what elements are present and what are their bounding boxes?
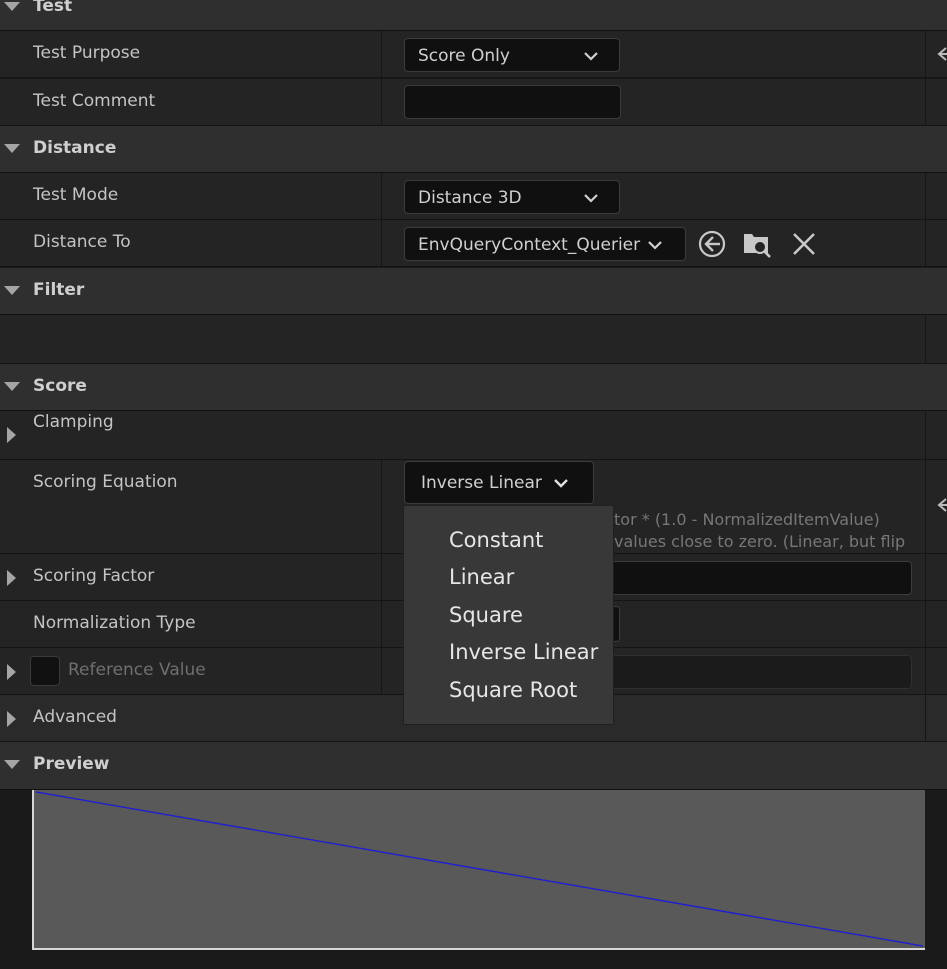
collapse-arrow-icon[interactable] (4, 144, 20, 153)
row-test-mode: Test Mode Distance 3D (0, 173, 947, 220)
chevron-down-icon (648, 241, 662, 250)
expand-arrow-icon[interactable] (7, 427, 16, 443)
expand-arrow-icon[interactable] (7, 570, 16, 586)
row-test-purpose: Test Purpose Score Only (0, 31, 947, 78)
test-comment-input[interactable] (404, 85, 621, 119)
test-mode-combo[interactable]: Distance 3D (404, 180, 620, 214)
dropdown-option[interactable]: Square Root (449, 678, 577, 702)
category-test[interactable]: Test (0, 0, 947, 31)
expand-arrow-icon[interactable] (7, 664, 16, 680)
reset-to-default-icon[interactable] (935, 45, 947, 63)
category-title: Preview (33, 754, 110, 774)
scoring-equation-dropdown: Constant Linear Square Inverse Linear Square… (403, 505, 614, 725)
reference-value-checkbox[interactable] (30, 656, 60, 686)
reset-to-default-icon[interactable] (935, 496, 947, 514)
category-score[interactable]: Score (0, 364, 947, 411)
use-selected-icon[interactable] (697, 229, 727, 259)
dropdown-option[interactable]: Inverse Linear (449, 640, 598, 664)
category-filter[interactable]: Filter (0, 268, 947, 315)
category-title: Filter (33, 280, 85, 300)
expand-arrow-icon[interactable] (7, 711, 16, 727)
property-label: Reference Value (68, 660, 206, 680)
chevron-down-icon (584, 52, 598, 61)
property-label: Clamping (33, 412, 114, 432)
property-label: Test Mode (33, 185, 119, 205)
clear-icon[interactable] (789, 229, 819, 259)
combo-value: EnvQueryContext_Querier (418, 235, 641, 255)
collapse-arrow-icon[interactable] (4, 760, 20, 769)
browse-folder-icon[interactable] (742, 229, 772, 259)
row-distance-to: Distance To EnvQueryContext_Querier (0, 220, 947, 267)
equation-description-line1: tor * (1.0 - NormalizedItemValue) (614, 510, 880, 529)
dropdown-option[interactable]: Constant (449, 528, 543, 552)
chevron-down-icon (584, 194, 598, 203)
property-label: Advanced (33, 707, 117, 727)
distance-to-combo[interactable]: EnvQueryContext_Querier (404, 227, 686, 261)
row-clamping[interactable]: Clamping (0, 411, 947, 460)
equation-description-line2: values close to zero. (Linear, but flip (614, 532, 906, 551)
preview-curve (35, 791, 924, 947)
property-label: Distance To (33, 232, 131, 252)
property-label: Test Purpose (33, 43, 141, 63)
preview-area (0, 790, 947, 969)
property-label: Scoring Equation (33, 472, 178, 492)
category-title: Test (33, 0, 73, 16)
property-label: Scoring Factor (33, 566, 155, 586)
dropdown-option[interactable]: Square (449, 603, 523, 627)
dropdown-option[interactable]: Linear (449, 565, 514, 589)
category-title: Score (33, 376, 87, 396)
category-preview[interactable]: Preview (0, 742, 947, 790)
combo-value: Score Only (418, 46, 510, 66)
combo-value: Inverse Linear (421, 473, 542, 493)
collapse-arrow-icon[interactable] (4, 2, 20, 11)
details-panel: Test Test Purpose Score Only Test Commen… (0, 0, 947, 969)
row-filter-empty (0, 315, 947, 364)
property-label: Test Comment (33, 91, 156, 111)
combo-value: Distance 3D (418, 188, 522, 208)
category-title: Distance (33, 138, 117, 158)
property-label: Normalization Type (33, 613, 196, 633)
collapse-arrow-icon[interactable] (4, 286, 20, 295)
chevron-down-icon (554, 479, 568, 488)
scoring-equation-combo[interactable]: Inverse Linear (404, 461, 594, 504)
test-purpose-combo[interactable]: Score Only (404, 38, 620, 72)
preview-graph (32, 790, 925, 950)
category-distance[interactable]: Distance (0, 126, 947, 173)
row-test-comment: Test Comment (0, 79, 947, 126)
collapse-arrow-icon[interactable] (4, 382, 20, 391)
